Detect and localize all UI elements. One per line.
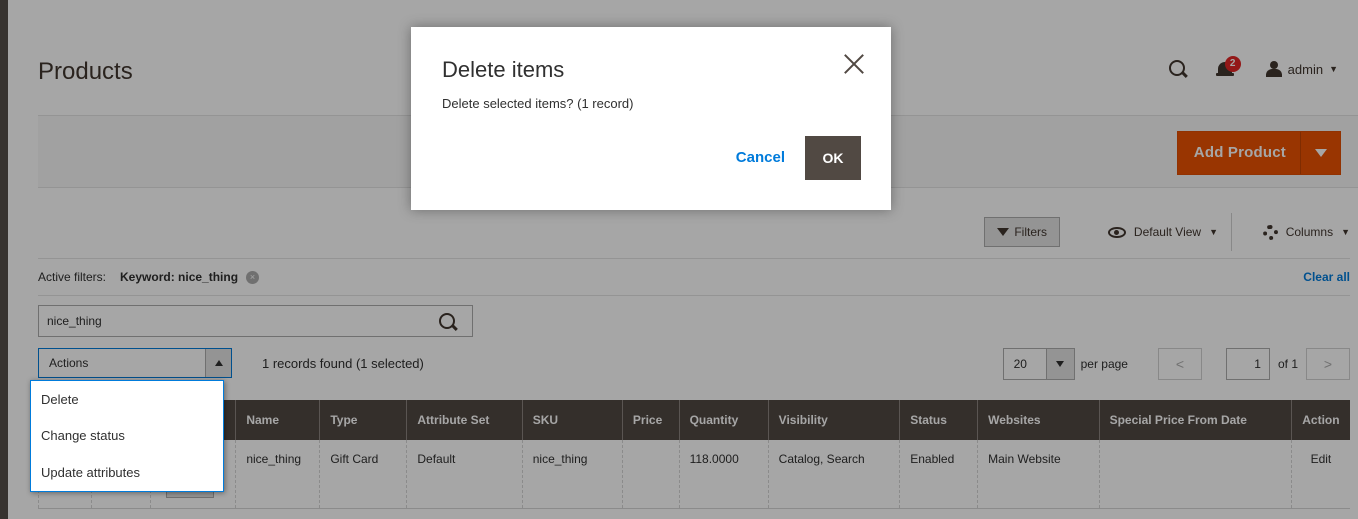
mass-action-update-attributes[interactable]: Update attributes (31, 454, 223, 491)
mass-action-change-status[interactable]: Change status (31, 417, 223, 454)
mass-actions-dropdown: Delete Change status Update attributes (30, 380, 224, 492)
modal-title: Delete items (442, 57, 565, 82)
delete-confirm-modal: Delete items Delete selected items? (1 r… (411, 27, 891, 210)
close-icon[interactable] (843, 53, 865, 75)
admin-sidebar-edge (0, 0, 8, 519)
ok-button[interactable]: OK (805, 136, 861, 180)
modal-message: Delete selected items? (1 record) (442, 96, 634, 111)
mass-action-delete[interactable]: Delete (31, 381, 223, 417)
cancel-button[interactable]: Cancel (736, 136, 785, 180)
